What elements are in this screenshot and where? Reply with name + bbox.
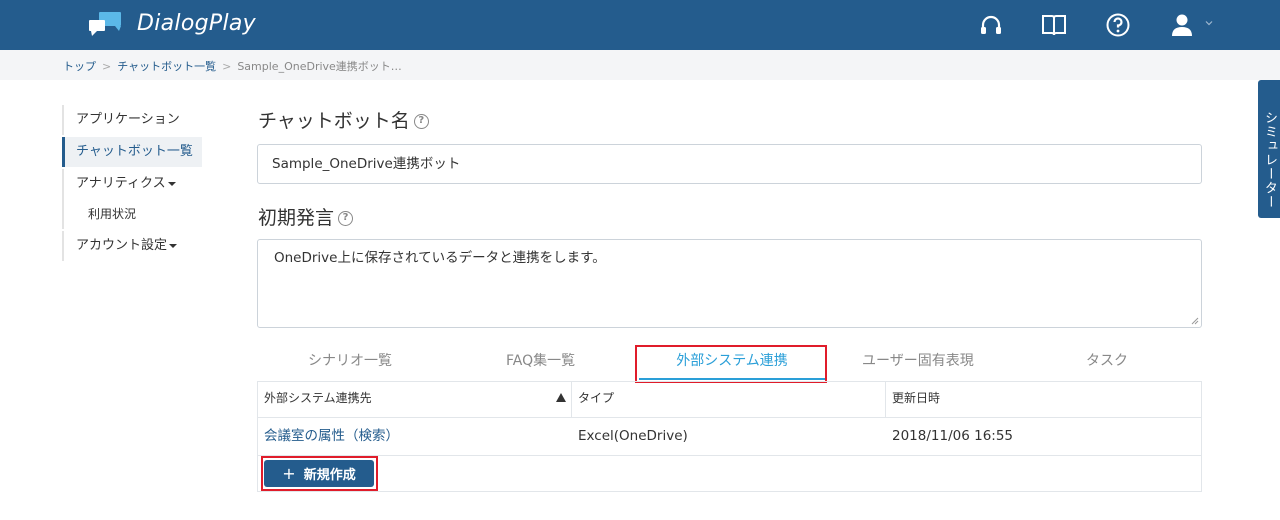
tab-tasks[interactable]: タスク — [1086, 350, 1128, 370]
greeting-label-text: 初期発言 — [258, 207, 335, 229]
resize-handle-icon[interactable] — [1191, 317, 1199, 325]
sidebar-item-chatbot-list[interactable]: チャットボット一覧 — [62, 137, 202, 167]
sidebar-item-analytics[interactable]: アナリティクス — [62, 169, 202, 199]
chatbot-name-label: チャットボット名? — [258, 106, 429, 133]
new-button[interactable]: + 新規作成 — [264, 460, 374, 487]
column-header-type[interactable]: タイプ — [572, 382, 886, 417]
breadcrumb: トップ > チャットボット一覧 > Sample_OneDrive連携ボット… — [63, 58, 402, 74]
sidebar: アプリケーション チャットボット一覧 アナリティクス 利用状況 アカウント設定 — [62, 105, 202, 261]
sidebar-item-label: 利用状況 — [88, 207, 137, 221]
sidebar-item-label: アナリティクス — [76, 176, 166, 191]
headset-icon[interactable] — [978, 12, 1004, 38]
breadcrumb-top[interactable]: トップ — [63, 60, 96, 73]
tab-scenarios[interactable]: シナリオ一覧 — [308, 350, 392, 370]
external-systems-table: 外部システム連携先 タイプ 更新日時 会議室の属性（検索） Excel(OneD… — [257, 381, 1202, 492]
tab-external-systems[interactable]: 外部システム連携 — [639, 348, 825, 380]
sidebar-item-applications[interactable]: アプリケーション — [62, 105, 202, 135]
sidebar-item-label: アカウント設定 — [76, 238, 168, 253]
column-header-name[interactable]: 外部システム連携先 — [258, 382, 572, 417]
user-icon[interactable] — [1169, 12, 1195, 38]
row-type: Excel(OneDrive) — [578, 428, 688, 444]
greeting-label: 初期発言? — [258, 203, 354, 230]
breadcrumb-current: Sample_OneDrive連携ボット… — [237, 60, 402, 73]
greeting-text: OneDrive上に保存されているデータと連携をします。 — [274, 250, 606, 266]
sidebar-item-usage[interactable]: 利用状況 — [62, 199, 202, 229]
column-header-updated[interactable]: 更新日時 — [886, 382, 1201, 417]
chevron-down-icon[interactable] — [1205, 19, 1213, 27]
help-icon[interactable]: ? — [338, 211, 354, 226]
sort-ascending-icon[interactable] — [556, 393, 566, 402]
brand-name[interactable]: DialogPlay — [137, 11, 256, 36]
help-icon[interactable] — [1105, 12, 1131, 38]
caret-down-icon — [169, 243, 178, 248]
chatbot-name-input[interactable]: Sample_OneDrive連携ボット — [257, 144, 1202, 184]
sidebar-item-label: アプリケーション — [76, 112, 180, 127]
new-button-label: 新規作成 — [303, 468, 356, 483]
greeting-textarea[interactable]: OneDrive上に保存されているデータと連携をします。 — [257, 239, 1202, 328]
row-name-link[interactable]: 会議室の属性（検索） — [258, 418, 572, 456]
plus-icon: + — [282, 464, 296, 483]
sidebar-item-label: チャットボット一覧 — [76, 144, 193, 159]
book-icon[interactable] — [1041, 12, 1067, 38]
row-updated: 2018/11/06 16:55 — [892, 428, 1014, 444]
top-navbar: DialogPlay — [0, 0, 1280, 50]
sidebar-item-account-settings[interactable]: アカウント設定 — [62, 231, 202, 261]
breadcrumb-separator: > — [222, 60, 232, 73]
divider — [258, 455, 1201, 456]
tab-faq[interactable]: FAQ集一覧 — [506, 350, 575, 370]
caret-down-icon — [167, 181, 176, 186]
column-header-label: 外部システム連携先 — [264, 391, 372, 405]
column-header-label: タイプ — [578, 391, 615, 405]
breadcrumb-chatbot-list[interactable]: チャットボット一覧 — [117, 60, 216, 73]
column-header-label: 更新日時 — [892, 391, 941, 405]
simulator-tab[interactable]: シミュレーター — [1258, 80, 1280, 218]
dialogplay-logo-icon — [89, 12, 121, 36]
chatbot-name-label-text: チャットボット名 — [258, 110, 410, 132]
tab-user-entities[interactable]: ユーザー固有表現 — [862, 350, 974, 370]
help-icon[interactable]: ? — [413, 114, 429, 129]
breadcrumb-separator: > — [102, 60, 112, 73]
